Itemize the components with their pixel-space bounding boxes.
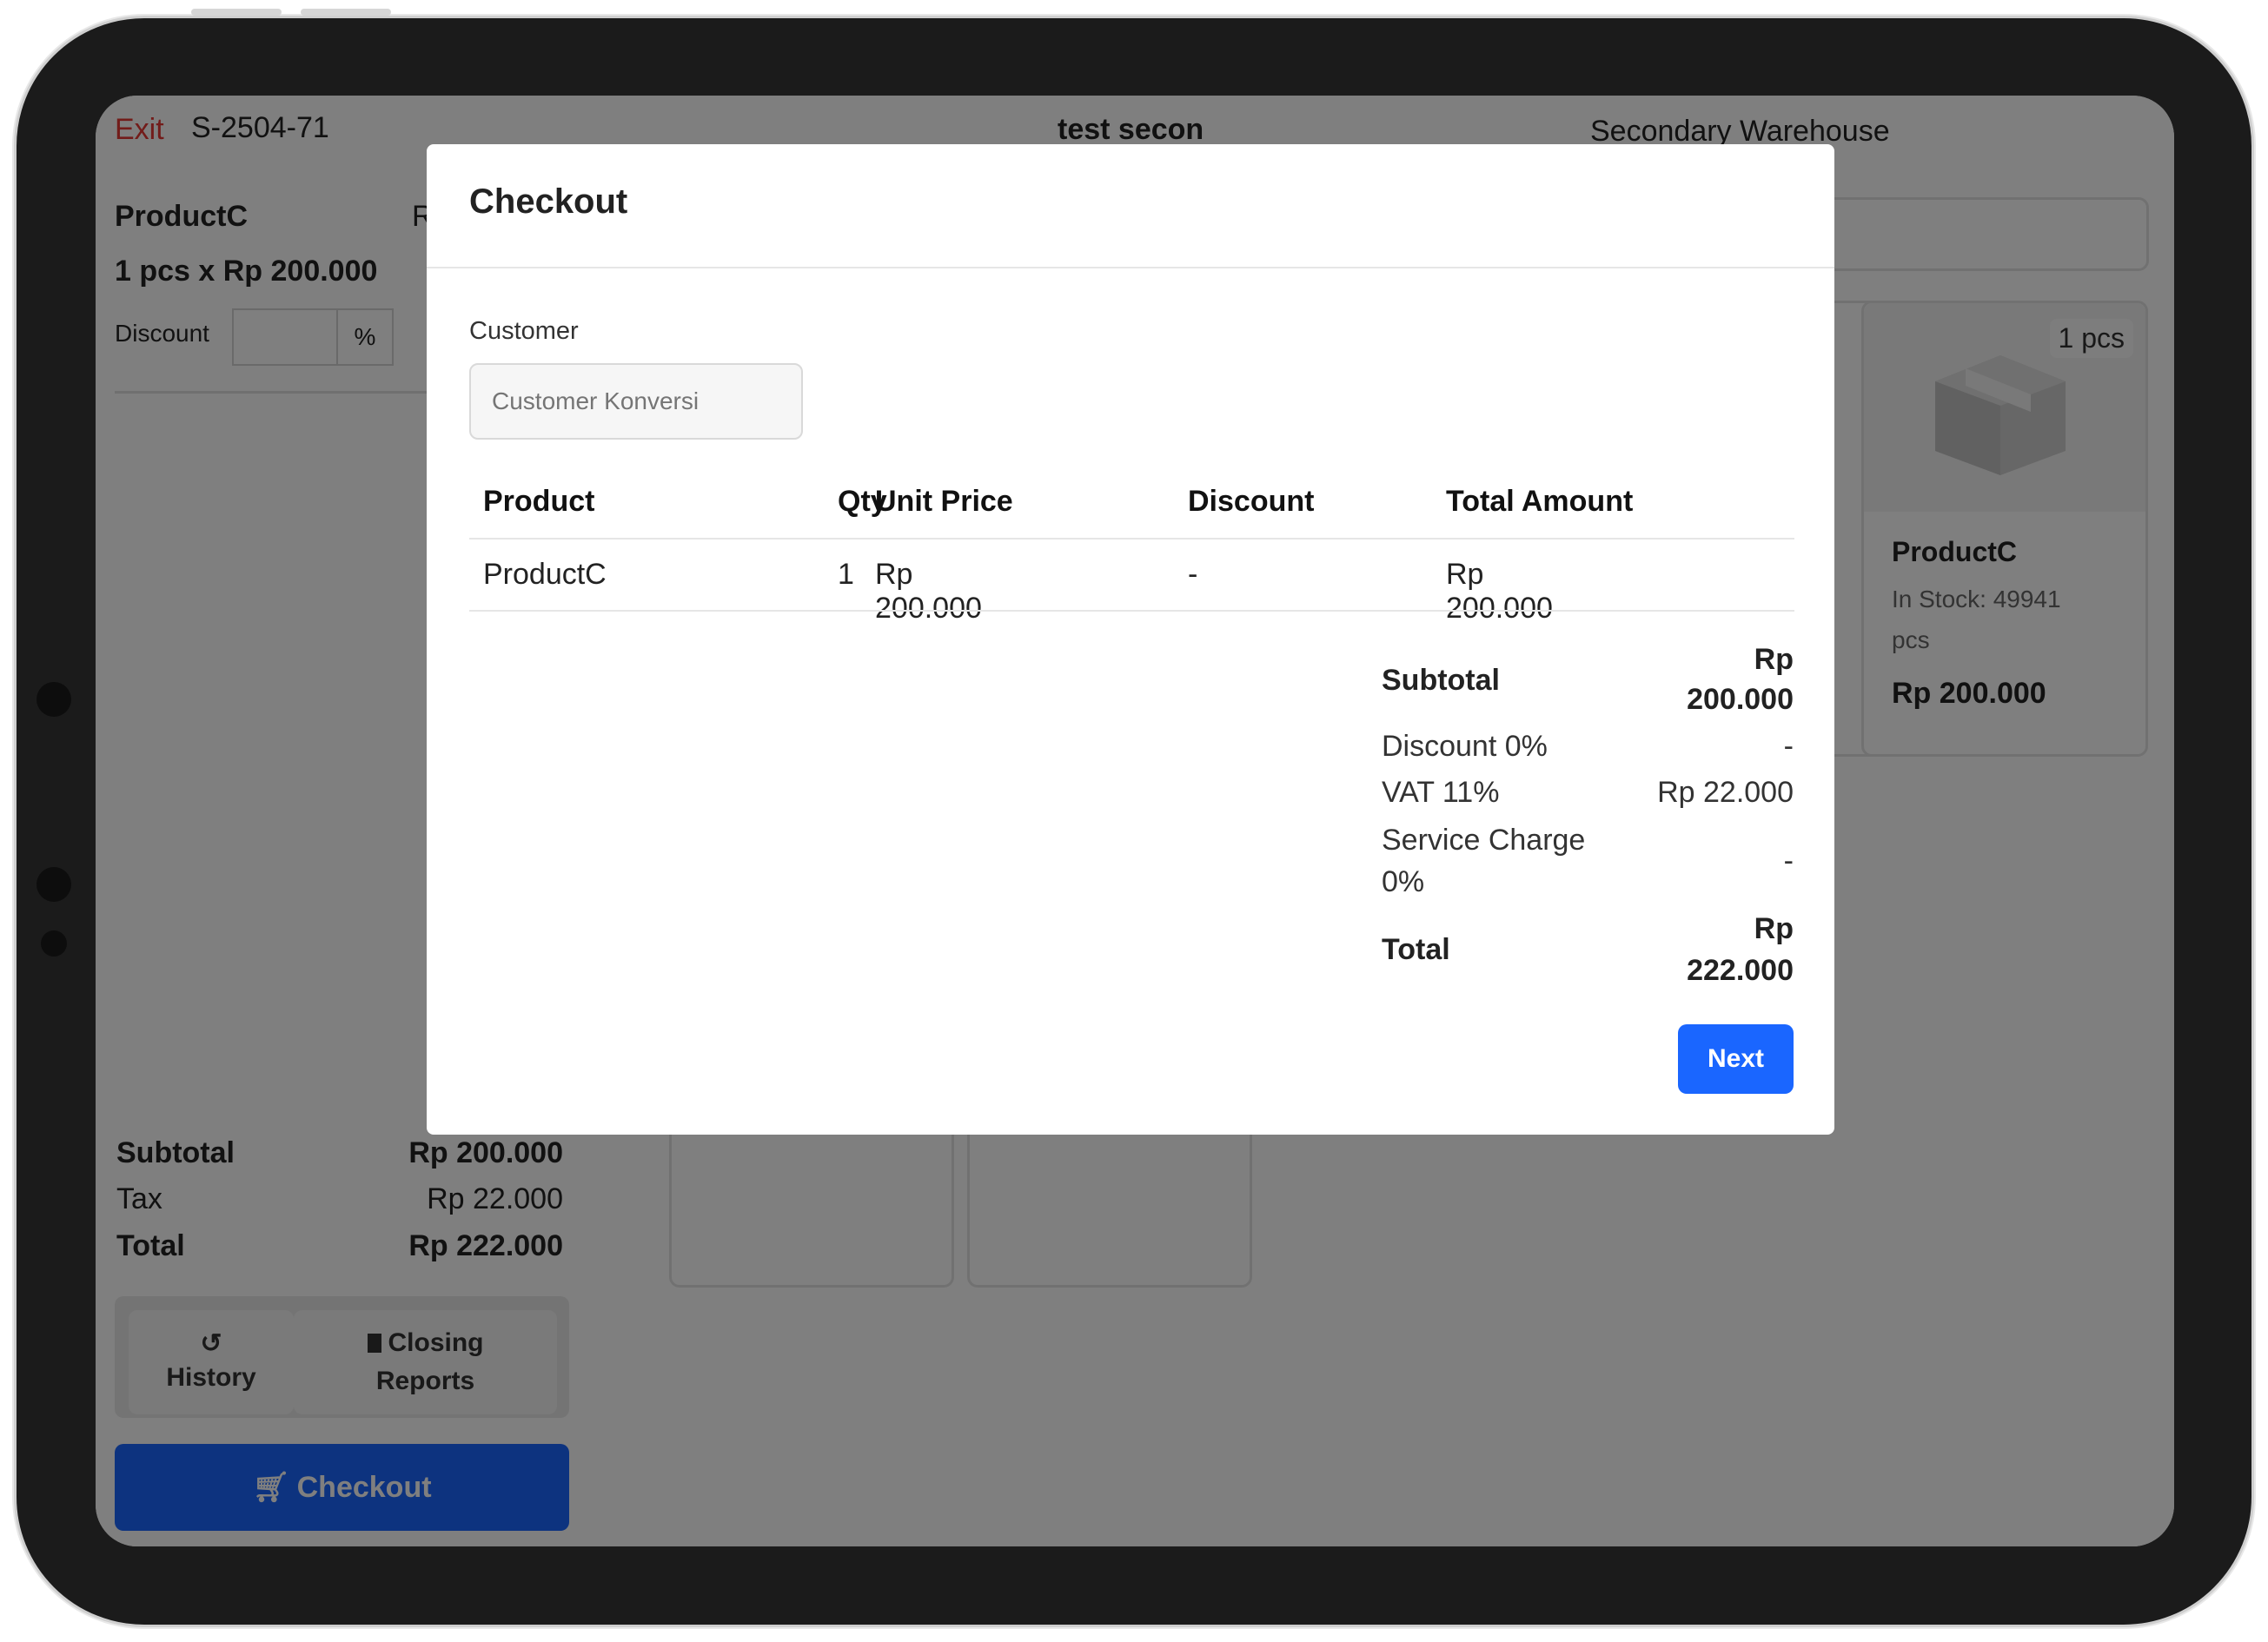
row-total: Rp 200.000 xyxy=(1446,558,1553,625)
summary-service-label-line2: 0% xyxy=(1382,865,1425,898)
summary-vat-value: Rp 22.000 xyxy=(1657,776,1794,809)
summary-service-label-line1: Service Charge xyxy=(1382,824,1586,857)
device-sensor xyxy=(41,930,67,957)
summary-discount-label: Discount 0% xyxy=(1382,730,1548,763)
customer-label: Customer xyxy=(469,317,579,345)
device-button xyxy=(191,9,282,16)
summary-vat-label: VAT 11% xyxy=(1382,776,1500,809)
checkout-modal: Checkout Customer Product Qty Unit Price… xyxy=(427,144,1834,1135)
device-sensor xyxy=(36,682,71,717)
device-sensor xyxy=(36,867,71,902)
summary-discount-value: - xyxy=(1783,730,1794,763)
screen: Exit S-2504-71 test secon Secondary Ware… xyxy=(96,96,2174,1546)
summary-total-value: 222.000 xyxy=(1687,954,1794,987)
table-row-divider xyxy=(469,610,1794,612)
column-total-amount: Total Amount xyxy=(1446,485,1634,518)
column-unit-price: Unit Price xyxy=(875,485,1013,518)
row-unit-price: Rp 200.000 xyxy=(875,558,982,625)
row-qty: 1 xyxy=(838,558,854,591)
row-discount: - xyxy=(1188,558,1198,591)
summary-subtotal-currency: Rp xyxy=(1754,643,1794,676)
column-discount: Discount xyxy=(1188,485,1315,518)
device-button xyxy=(301,9,391,16)
column-product: Product xyxy=(483,485,595,518)
summary-service-value: - xyxy=(1783,844,1794,877)
modal-header xyxy=(427,144,1834,268)
customer-input[interactable] xyxy=(469,363,803,440)
summary-subtotal-label: Subtotal xyxy=(1382,664,1500,697)
summary-subtotal-value: 200.000 xyxy=(1687,683,1794,716)
summary-total-currency: Rp xyxy=(1754,912,1794,945)
table-header-divider xyxy=(469,538,1794,540)
summary-total-label: Total xyxy=(1382,933,1450,966)
row-product: ProductC xyxy=(483,558,607,591)
next-button[interactable]: Next xyxy=(1678,1024,1794,1094)
modal-title: Checkout xyxy=(469,182,628,221)
